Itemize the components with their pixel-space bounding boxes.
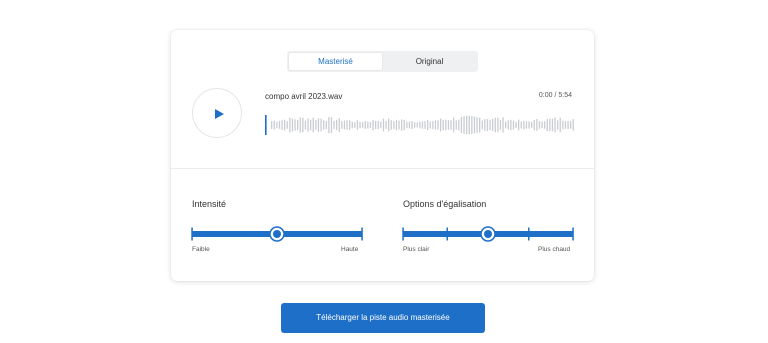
- play-button[interactable]: [192, 88, 242, 138]
- divider: [171, 168, 594, 169]
- intensity-tick-0: [191, 227, 193, 241]
- eq-tick-3: [572, 227, 574, 241]
- download-button[interactable]: Télécharger la piste audio masterisée: [281, 303, 485, 333]
- eq-slider[interactable]: [401, 225, 577, 243]
- mastering-card: Masterisé Original compo avril 2023.wav …: [171, 30, 594, 281]
- version-toggle: Masterisé Original: [287, 51, 478, 72]
- intensity-min-label: Faible: [192, 246, 210, 253]
- intensity-title: Intensité: [192, 199, 227, 209]
- eq-min-label: Plus clair: [403, 246, 430, 253]
- track-time: 0:00 / 5:54: [538, 92, 572, 99]
- playhead[interactable]: [265, 115, 267, 135]
- intensity-slider[interactable]: [190, 225, 366, 243]
- intensity-tick-1: [361, 227, 363, 241]
- intensity-max-label: Haute: [341, 246, 359, 253]
- intensity-handle-dot: [273, 230, 281, 238]
- eq-max-label: Plus chaud: [538, 246, 571, 253]
- tab-original[interactable]: Original: [383, 53, 476, 70]
- waveform[interactable]: [265, 114, 574, 136]
- play-icon: [215, 109, 224, 119]
- eq-handle-dot: [484, 230, 492, 238]
- track-filename: compo avril 2023.wav: [265, 92, 343, 101]
- tab-mastered[interactable]: Masterisé: [289, 53, 382, 70]
- eq-tick-1: [446, 227, 448, 241]
- eq-title: Options d'égalisation: [403, 199, 487, 209]
- eq-tick-2: [528, 227, 530, 241]
- eq-tick-0: [402, 227, 404, 241]
